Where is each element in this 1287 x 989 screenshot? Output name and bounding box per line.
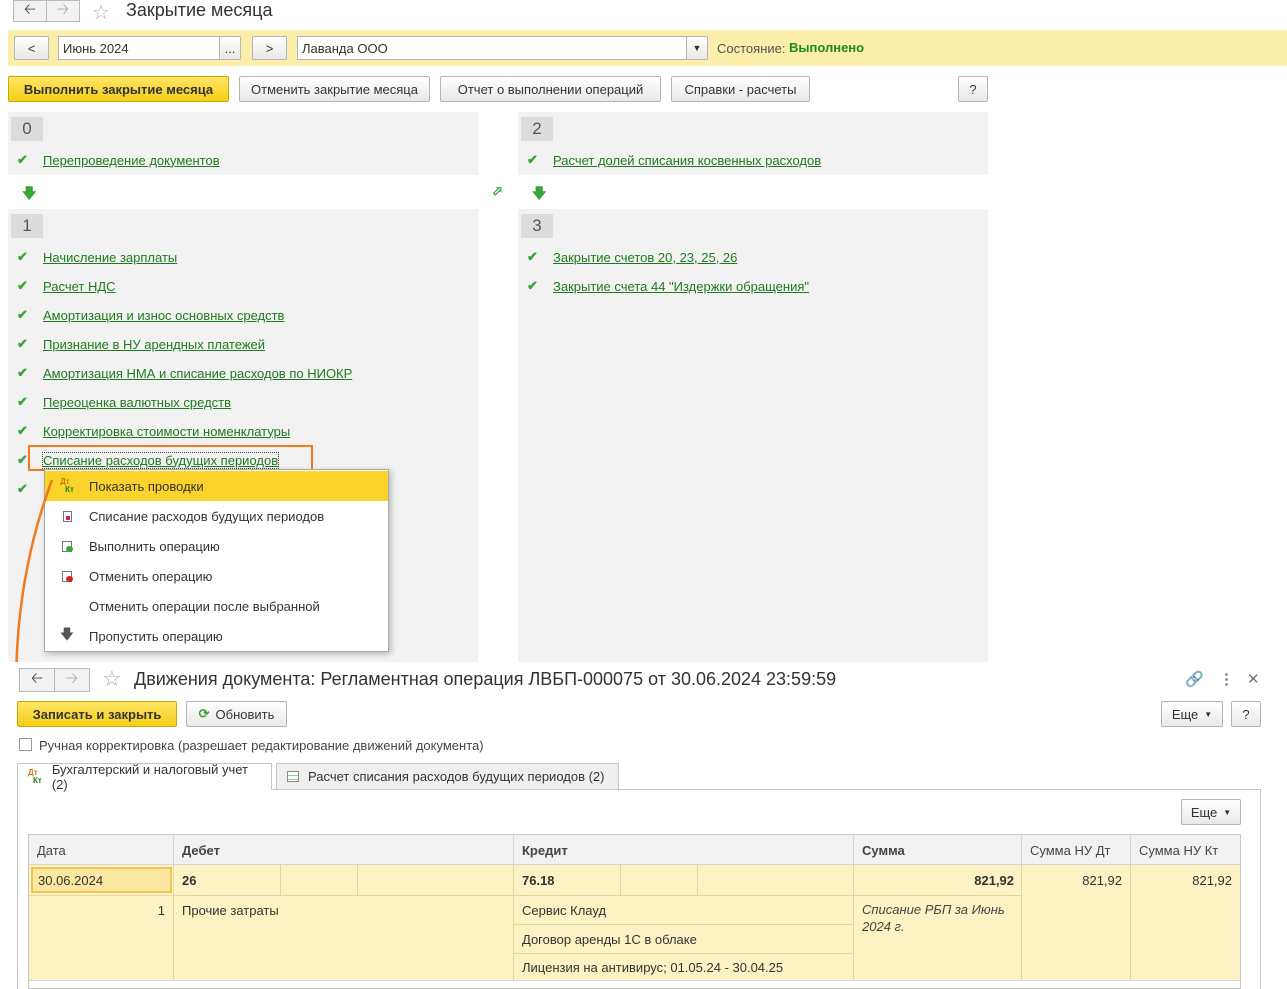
tab-label: Бухгалтерский и налоговый учет (2) [51, 762, 248, 792]
close-icon[interactable]: ✕ [1247, 670, 1260, 688]
table-icon [287, 771, 299, 782]
cell-credit-subconto-2[interactable]: Договор аренды 1С в облаке [522, 925, 697, 953]
tab-label: Расчет списания расходов будущих периодо… [308, 769, 605, 784]
dt-kt-icon: Дт Кт [28, 768, 42, 785]
cell-credit-subconto-3[interactable]: Лицензия на антивирус; 01.05.24 - 30.04.… [522, 954, 783, 980]
chevron-down-icon: ▼ [1223, 807, 1232, 817]
help-button[interactable]: ? [1231, 701, 1261, 727]
manual-correction-checkbox[interactable] [19, 738, 32, 751]
refresh-label: Обновить [215, 706, 275, 722]
table-more-button[interactable]: Еще ▼ [1181, 799, 1241, 825]
cell-debit-account[interactable]: 26 [182, 866, 196, 895]
chevron-down-icon: ▼ [1204, 709, 1213, 719]
cell-credit-subconto-1[interactable]: Сервис Клауд [522, 896, 606, 924]
cell-sum-nu-dt[interactable]: 821,92 [1022, 866, 1122, 895]
save-close-button[interactable]: Записать и закрыть [17, 701, 177, 727]
refresh-icon: ⟳ [198, 706, 210, 721]
cell-debit-subconto[interactable]: Прочие затраты [182, 896, 279, 924]
column-header-sum[interactable]: Сумма [854, 835, 1022, 865]
refresh-button[interactable]: ⟳ Обновить [186, 701, 287, 727]
more-label: Еще [1190, 804, 1218, 820]
tab-rbp-calculation[interactable]: Расчет списания расходов будущих периодо… [276, 763, 619, 789]
back-button[interactable]: 🡠 [19, 668, 55, 692]
tab-accounting[interactable]: Дт Кт Бухгалтерский и налоговый учет (2) [17, 762, 272, 792]
cell-row-number: 1 [157, 902, 165, 918]
more-button[interactable]: Еще ▼ [1161, 701, 1223, 727]
cell-credit-account[interactable]: 76.18 [522, 866, 555, 895]
column-header-sum-nu-kt[interactable]: Сумма НУ Кт [1131, 835, 1240, 865]
column-header-sum-nu-dt[interactable]: Сумма НУ Дт [1022, 835, 1131, 865]
more-vertical-icon[interactable]: ⋮ [1219, 670, 1234, 688]
column-header-credit[interactable]: Кредит [514, 835, 854, 865]
forward-button[interactable]: 🡢 [54, 668, 90, 692]
cell-date[interactable]: 30.06.2024 [31, 867, 172, 893]
arrow-right-icon: 🡢 [65, 669, 79, 687]
manual-correction-label: Ручная корректировка (разрешает редактир… [39, 738, 484, 753]
cell-sum[interactable]: 821,92 [854, 866, 1014, 895]
arrow-left-icon: 🡠 [30, 669, 44, 687]
cell-content[interactable]: Списание РБП за Июнь 2024 г. [862, 901, 1012, 935]
column-header-debit[interactable]: Дебет [174, 835, 514, 865]
favorite-star-icon[interactable]: ☆ [102, 666, 122, 692]
more-label: Еще [1171, 706, 1199, 722]
link-icon[interactable]: 🔗 [1185, 670, 1204, 688]
cell-sum-nu-kt[interactable]: 821,92 [1131, 866, 1232, 895]
movements-title: Движения документа: Регламентная операци… [134, 669, 837, 689]
column-header-date[interactable]: Дата [29, 835, 174, 865]
